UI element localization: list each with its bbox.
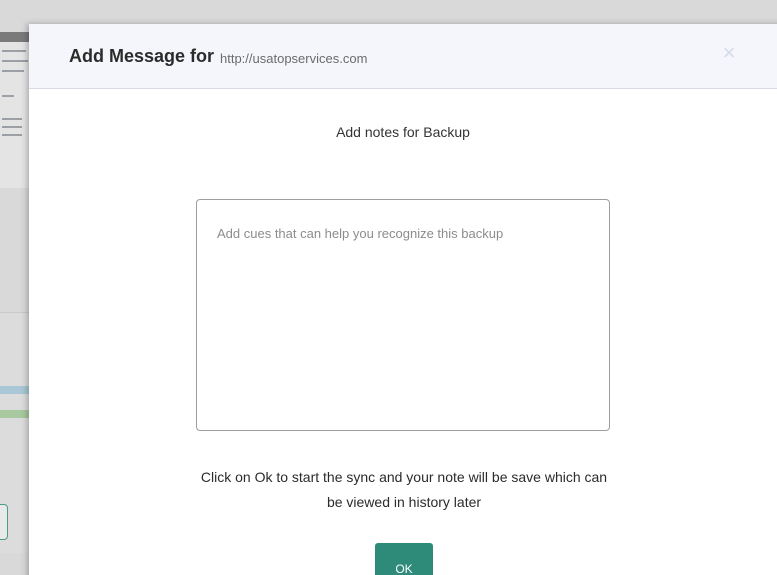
background-text-line <box>2 70 24 72</box>
site-url: http://usatopservices.com <box>220 51 368 66</box>
background-text-line <box>2 126 22 128</box>
background-box <box>0 504 8 540</box>
ok-button[interactable]: OK <box>375 543 433 575</box>
background-panel <box>0 32 30 188</box>
background-topbar <box>0 32 30 42</box>
background-text-line <box>2 50 26 52</box>
modal-title: Add Message for <box>69 46 215 66</box>
modal-header: Add Message for http://usatopservices.co… <box>29 24 777 89</box>
close-icon[interactable]: × <box>719 42 739 64</box>
background-text-line <box>2 95 14 97</box>
backup-notes-input[interactable] <box>196 199 610 431</box>
background-text-line <box>2 60 28 62</box>
sync-info-text: Click on Ok to start the sync and your n… <box>200 469 608 510</box>
add-message-modal: Add Message for http://usatopservices.co… <box>29 24 777 575</box>
background-bar <box>0 386 30 394</box>
background-text-line <box>2 118 22 120</box>
background-bar <box>0 410 30 418</box>
notes-heading: Add notes for Backup <box>336 124 470 140</box>
background-text-line <box>2 134 22 136</box>
